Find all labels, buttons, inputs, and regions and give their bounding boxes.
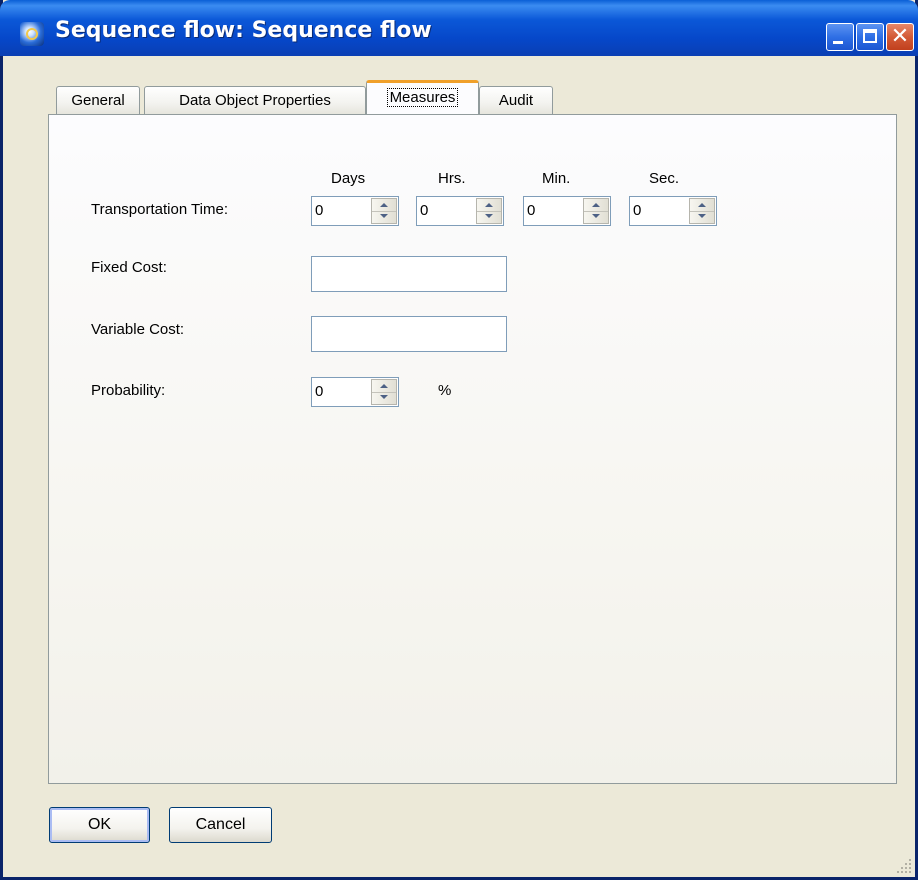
- spin-divider: [372, 392, 396, 393]
- spin-up-icon[interactable]: [485, 203, 493, 207]
- maximize-button[interactable]: [856, 23, 884, 51]
- variable-cost-input[interactable]: [311, 316, 507, 352]
- spin-up-icon[interactable]: [380, 384, 388, 388]
- hours-spin-buttons[interactable]: [476, 198, 502, 224]
- hours-column-header: Hrs.: [438, 170, 466, 187]
- minutes-spin-buttons[interactable]: [583, 198, 609, 224]
- days-spin-buttons[interactable]: [371, 198, 397, 224]
- spin-divider: [584, 211, 608, 212]
- spin-up-icon[interactable]: [592, 203, 600, 207]
- window-title: Sequence flow: Sequence flow: [55, 18, 432, 43]
- spin-down-icon[interactable]: [485, 214, 493, 218]
- probability-label: Probability:: [91, 382, 166, 399]
- hours-value: 0: [420, 202, 429, 219]
- fixed-cost-label: Fixed Cost:: [91, 259, 167, 276]
- tab-general[interactable]: General: [56, 86, 140, 114]
- seconds-value: 0: [633, 202, 642, 219]
- tab-data-object-properties[interactable]: Data Object Properties: [144, 86, 366, 114]
- spin-down-icon[interactable]: [380, 214, 388, 218]
- dialog-window: Sequence flow: Sequence flow ✕ General D…: [0, 0, 918, 880]
- maximize-icon: [863, 29, 877, 43]
- minutes-column-header: Min.: [542, 170, 571, 187]
- probability-spin-buttons[interactable]: [371, 379, 397, 405]
- probability-spinner[interactable]: 0: [311, 377, 399, 407]
- days-column-header: Days: [331, 170, 366, 187]
- seconds-spin-buttons[interactable]: [689, 198, 715, 224]
- measures-panel: Days Hrs. Min. Sec. Transportation Time:…: [48, 114, 897, 784]
- seconds-column-header: Sec.: [649, 170, 680, 187]
- spin-down-icon[interactable]: [380, 395, 388, 399]
- spin-down-icon[interactable]: [698, 214, 706, 218]
- spin-up-icon[interactable]: [698, 203, 706, 207]
- resize-grip-icon[interactable]: [895, 857, 913, 875]
- minutes-value: 0: [527, 202, 536, 219]
- probability-value: 0: [315, 383, 324, 400]
- transportation-time-label: Transportation Time:: [91, 201, 228, 218]
- days-value: 0: [315, 202, 324, 219]
- minutes-spinner[interactable]: 0: [523, 196, 611, 226]
- tab-measures[interactable]: Measures: [366, 80, 479, 114]
- tab-label: Audit: [498, 92, 534, 109]
- hours-spinner[interactable]: 0: [416, 196, 504, 226]
- days-spinner[interactable]: 0: [311, 196, 399, 226]
- probability-unit: %: [438, 382, 452, 399]
- cancel-button[interactable]: Cancel: [169, 807, 272, 843]
- tab-label: Data Object Properties: [179, 92, 331, 109]
- spin-divider: [477, 211, 501, 212]
- tab-label: Measures: [386, 88, 459, 107]
- tab-audit[interactable]: Audit: [479, 86, 553, 114]
- fixed-cost-input[interactable]: [311, 256, 507, 292]
- title-bar[interactable]: Sequence flow: Sequence flow ✕: [0, 0, 918, 56]
- spin-down-icon[interactable]: [592, 214, 600, 218]
- minimize-button[interactable]: [826, 23, 854, 51]
- tab-label: General: [71, 92, 125, 109]
- spin-up-icon[interactable]: [380, 203, 388, 207]
- seconds-spinner[interactable]: 0: [629, 196, 717, 226]
- spin-divider: [372, 211, 396, 212]
- close-button[interactable]: ✕: [886, 23, 914, 51]
- minimize-icon: [833, 41, 843, 44]
- spin-divider: [690, 211, 714, 212]
- close-icon: ✕: [890, 24, 910, 49]
- app-icon: [20, 22, 44, 46]
- ok-button[interactable]: OK: [49, 807, 150, 843]
- variable-cost-label: Variable Cost:: [91, 321, 185, 338]
